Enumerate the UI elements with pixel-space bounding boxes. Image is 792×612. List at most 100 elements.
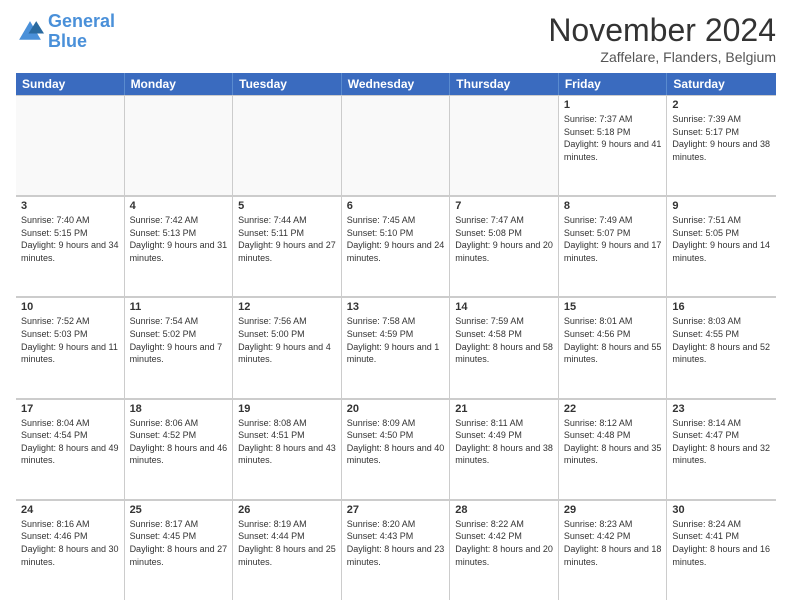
day-number: 2 <box>672 99 771 111</box>
calendar-day: 19 Sunrise: 8:08 AM Sunset: 4:51 PM Dayli… <box>233 399 342 499</box>
day-number: 19 <box>238 403 336 415</box>
day-number: 5 <box>238 200 336 212</box>
weekday-header: Wednesday <box>342 73 451 95</box>
calendar-day: 18Sunrise: 8:06 AM Sunset: 4:52 PM Dayli… <box>125 399 234 499</box>
weekday-header: Tuesday <box>233 73 342 95</box>
calendar-day: 14 Sunrise: 7:59 AM Sunset: 4:58 PM Dayli… <box>450 297 559 397</box>
calendar-empty <box>125 95 234 195</box>
day-number: 27 <box>347 504 445 516</box>
calendar-day: 26Sunrise: 8:19 AM Sunset: 4:44 PM Dayli… <box>233 500 342 600</box>
day-number: 17 <box>21 403 119 415</box>
day-info: Sunrise: 8:09 AM Sunset: 4:50 PM Dayligh… <box>347 417 445 467</box>
calendar-day: 4 Sunrise: 7:42 AM Sunset: 5:13 PM Daylig… <box>125 196 234 296</box>
calendar-day: 5 Sunrise: 7:44 AM Sunset: 5:11 PM Daylig… <box>233 196 342 296</box>
day-info: Sunrise: 7:40 AM Sunset: 5:15 PM Dayligh… <box>21 214 119 264</box>
calendar-day: 30 Sunrise: 8:24 AM Sunset: 4:41 PM Dayli… <box>667 500 776 600</box>
calendar-day: 28Sunrise: 8:22 AM Sunset: 4:42 PM Dayli… <box>450 500 559 600</box>
day-info: Sunrise: 8:11 AM Sunset: 4:49 PM Dayligh… <box>455 417 553 467</box>
day-number: 22 <box>564 403 662 415</box>
calendar-day: 10 Sunrise: 7:52 AM Sunset: 5:03 PM Dayli… <box>16 297 125 397</box>
header: General Blue November 2024 Zaffelare, Fl… <box>16 12 776 65</box>
month-title: November 2024 <box>548 12 776 49</box>
weekday-header: Friday <box>559 73 668 95</box>
calendar-day: 20 Sunrise: 8:09 AM Sunset: 4:50 PM Dayli… <box>342 399 451 499</box>
calendar-empty <box>450 95 559 195</box>
day-info: Sunrise: 8:01 AM Sunset: 4:56 PM Dayligh… <box>564 315 662 365</box>
calendar-empty <box>342 95 451 195</box>
calendar-day: 3 Sunrise: 7:40 AM Sunset: 5:15 PM Daylig… <box>16 196 125 296</box>
day-info: Sunrise: 8:24 AM Sunset: 4:41 PM Dayligh… <box>672 518 771 568</box>
day-info: Sunrise: 7:44 AM Sunset: 5:11 PM Dayligh… <box>238 214 336 264</box>
day-info: Sunrise: 8:17 AM Sunset: 4:45 PM Dayligh… <box>130 518 228 568</box>
day-number: 14 <box>455 301 553 313</box>
day-info: Sunrise: 7:59 AM Sunset: 4:58 PM Dayligh… <box>455 315 553 365</box>
calendar-day: 21 Sunrise: 8:11 AM Sunset: 4:49 PM Dayli… <box>450 399 559 499</box>
day-info: Sunrise: 7:39 AM Sunset: 5:17 PM Dayligh… <box>672 113 771 163</box>
calendar-day: 8 Sunrise: 7:49 AM Sunset: 5:07 PM Daylig… <box>559 196 668 296</box>
day-info: Sunrise: 8:12 AM Sunset: 4:48 PM Dayligh… <box>564 417 662 467</box>
day-info: Sunrise: 8:16 AM Sunset: 4:46 PM Dayligh… <box>21 518 119 568</box>
day-number: 8 <box>564 200 662 212</box>
calendar: SundayMondayTuesdayWednesdayThursdayFrid… <box>16 73 776 600</box>
day-info: Sunrise: 7:51 AM Sunset: 5:05 PM Dayligh… <box>672 214 771 264</box>
calendar-day: 17 Sunrise: 8:04 AM Sunset: 4:54 PM Dayli… <box>16 399 125 499</box>
calendar-day: 11 Sunrise: 7:54 AM Sunset: 5:02 PM Dayli… <box>125 297 234 397</box>
day-number: 18 <box>130 403 228 415</box>
day-info: Sunrise: 8:08 AM Sunset: 4:51 PM Dayligh… <box>238 417 336 467</box>
calendar-day: 29 Sunrise: 8:23 AM Sunset: 4:42 PM Dayli… <box>559 500 668 600</box>
calendar-body: 1 Sunrise: 7:37 AM Sunset: 5:18 PM Daylig… <box>16 95 776 600</box>
day-number: 6 <box>347 200 445 212</box>
day-number: 23 <box>672 403 771 415</box>
day-info: Sunrise: 8:22 AM Sunset: 4:42 PM Dayligh… <box>455 518 553 568</box>
day-number: 29 <box>564 504 662 516</box>
calendar-day: 1 Sunrise: 7:37 AM Sunset: 5:18 PM Daylig… <box>559 95 668 195</box>
day-info: Sunrise: 7:42 AM Sunset: 5:13 PM Dayligh… <box>130 214 228 264</box>
calendar-day: 7 Sunrise: 7:47 AM Sunset: 5:08 PM Daylig… <box>450 196 559 296</box>
calendar-day: 22 Sunrise: 8:12 AM Sunset: 4:48 PM Dayli… <box>559 399 668 499</box>
day-number: 10 <box>21 301 119 313</box>
day-info: Sunrise: 7:45 AM Sunset: 5:10 PM Dayligh… <box>347 214 445 264</box>
calendar-week: 3 Sunrise: 7:40 AM Sunset: 5:15 PM Daylig… <box>16 196 776 297</box>
day-info: Sunrise: 8:23 AM Sunset: 4:42 PM Dayligh… <box>564 518 662 568</box>
day-number: 4 <box>130 200 228 212</box>
day-number: 13 <box>347 301 445 313</box>
calendar-day: 6 Sunrise: 7:45 AM Sunset: 5:10 PM Daylig… <box>342 196 451 296</box>
day-info: Sunrise: 7:49 AM Sunset: 5:07 PM Dayligh… <box>564 214 662 264</box>
logo-icon <box>16 18 44 46</box>
day-number: 7 <box>455 200 553 212</box>
day-info: Sunrise: 7:56 AM Sunset: 5:00 PM Dayligh… <box>238 315 336 365</box>
calendar-day: 13 Sunrise: 7:58 AM Sunset: 4:59 PM Dayli… <box>342 297 451 397</box>
day-info: Sunrise: 7:52 AM Sunset: 5:03 PM Dayligh… <box>21 315 119 365</box>
day-number: 30 <box>672 504 771 516</box>
logo: General Blue <box>16 12 115 52</box>
day-info: Sunrise: 7:54 AM Sunset: 5:02 PM Dayligh… <box>130 315 228 365</box>
calendar-day: 24Sunrise: 8:16 AM Sunset: 4:46 PM Dayli… <box>16 500 125 600</box>
day-number: 9 <box>672 200 771 212</box>
day-info: Sunrise: 7:47 AM Sunset: 5:08 PM Dayligh… <box>455 214 553 264</box>
day-info: Sunrise: 7:58 AM Sunset: 4:59 PM Dayligh… <box>347 315 445 365</box>
day-info: Sunrise: 8:14 AM Sunset: 4:47 PM Dayligh… <box>672 417 771 467</box>
day-number: 20 <box>347 403 445 415</box>
calendar-week: 1 Sunrise: 7:37 AM Sunset: 5:18 PM Daylig… <box>16 95 776 196</box>
day-number: 21 <box>455 403 553 415</box>
calendar-day: 2 Sunrise: 7:39 AM Sunset: 5:17 PM Daylig… <box>667 95 776 195</box>
calendar-week: 17 Sunrise: 8:04 AM Sunset: 4:54 PM Dayli… <box>16 399 776 500</box>
day-number: 1 <box>564 99 662 111</box>
weekday-header: Saturday <box>667 73 776 95</box>
day-number: 15 <box>564 301 662 313</box>
calendar-day: 27Sunrise: 8:20 AM Sunset: 4:43 PM Dayli… <box>342 500 451 600</box>
day-info: Sunrise: 7:37 AM Sunset: 5:18 PM Dayligh… <box>564 113 662 163</box>
weekday-header: Monday <box>125 73 234 95</box>
title-block: November 2024 Zaffelare, Flanders, Belgi… <box>548 12 776 65</box>
calendar-empty <box>233 95 342 195</box>
page: General Blue November 2024 Zaffelare, Fl… <box>0 0 792 612</box>
day-number: 3 <box>21 200 119 212</box>
calendar-empty <box>16 95 125 195</box>
day-info: Sunrise: 8:04 AM Sunset: 4:54 PM Dayligh… <box>21 417 119 467</box>
day-number: 11 <box>130 301 228 313</box>
calendar-day: 9 Sunrise: 7:51 AM Sunset: 5:05 PM Daylig… <box>667 196 776 296</box>
day-info: Sunrise: 8:19 AM Sunset: 4:44 PM Dayligh… <box>238 518 336 568</box>
calendar-day: 23 Sunrise: 8:14 AM Sunset: 4:47 PM Dayli… <box>667 399 776 499</box>
day-number: 16 <box>672 301 771 313</box>
day-info: Sunrise: 8:03 AM Sunset: 4:55 PM Dayligh… <box>672 315 771 365</box>
